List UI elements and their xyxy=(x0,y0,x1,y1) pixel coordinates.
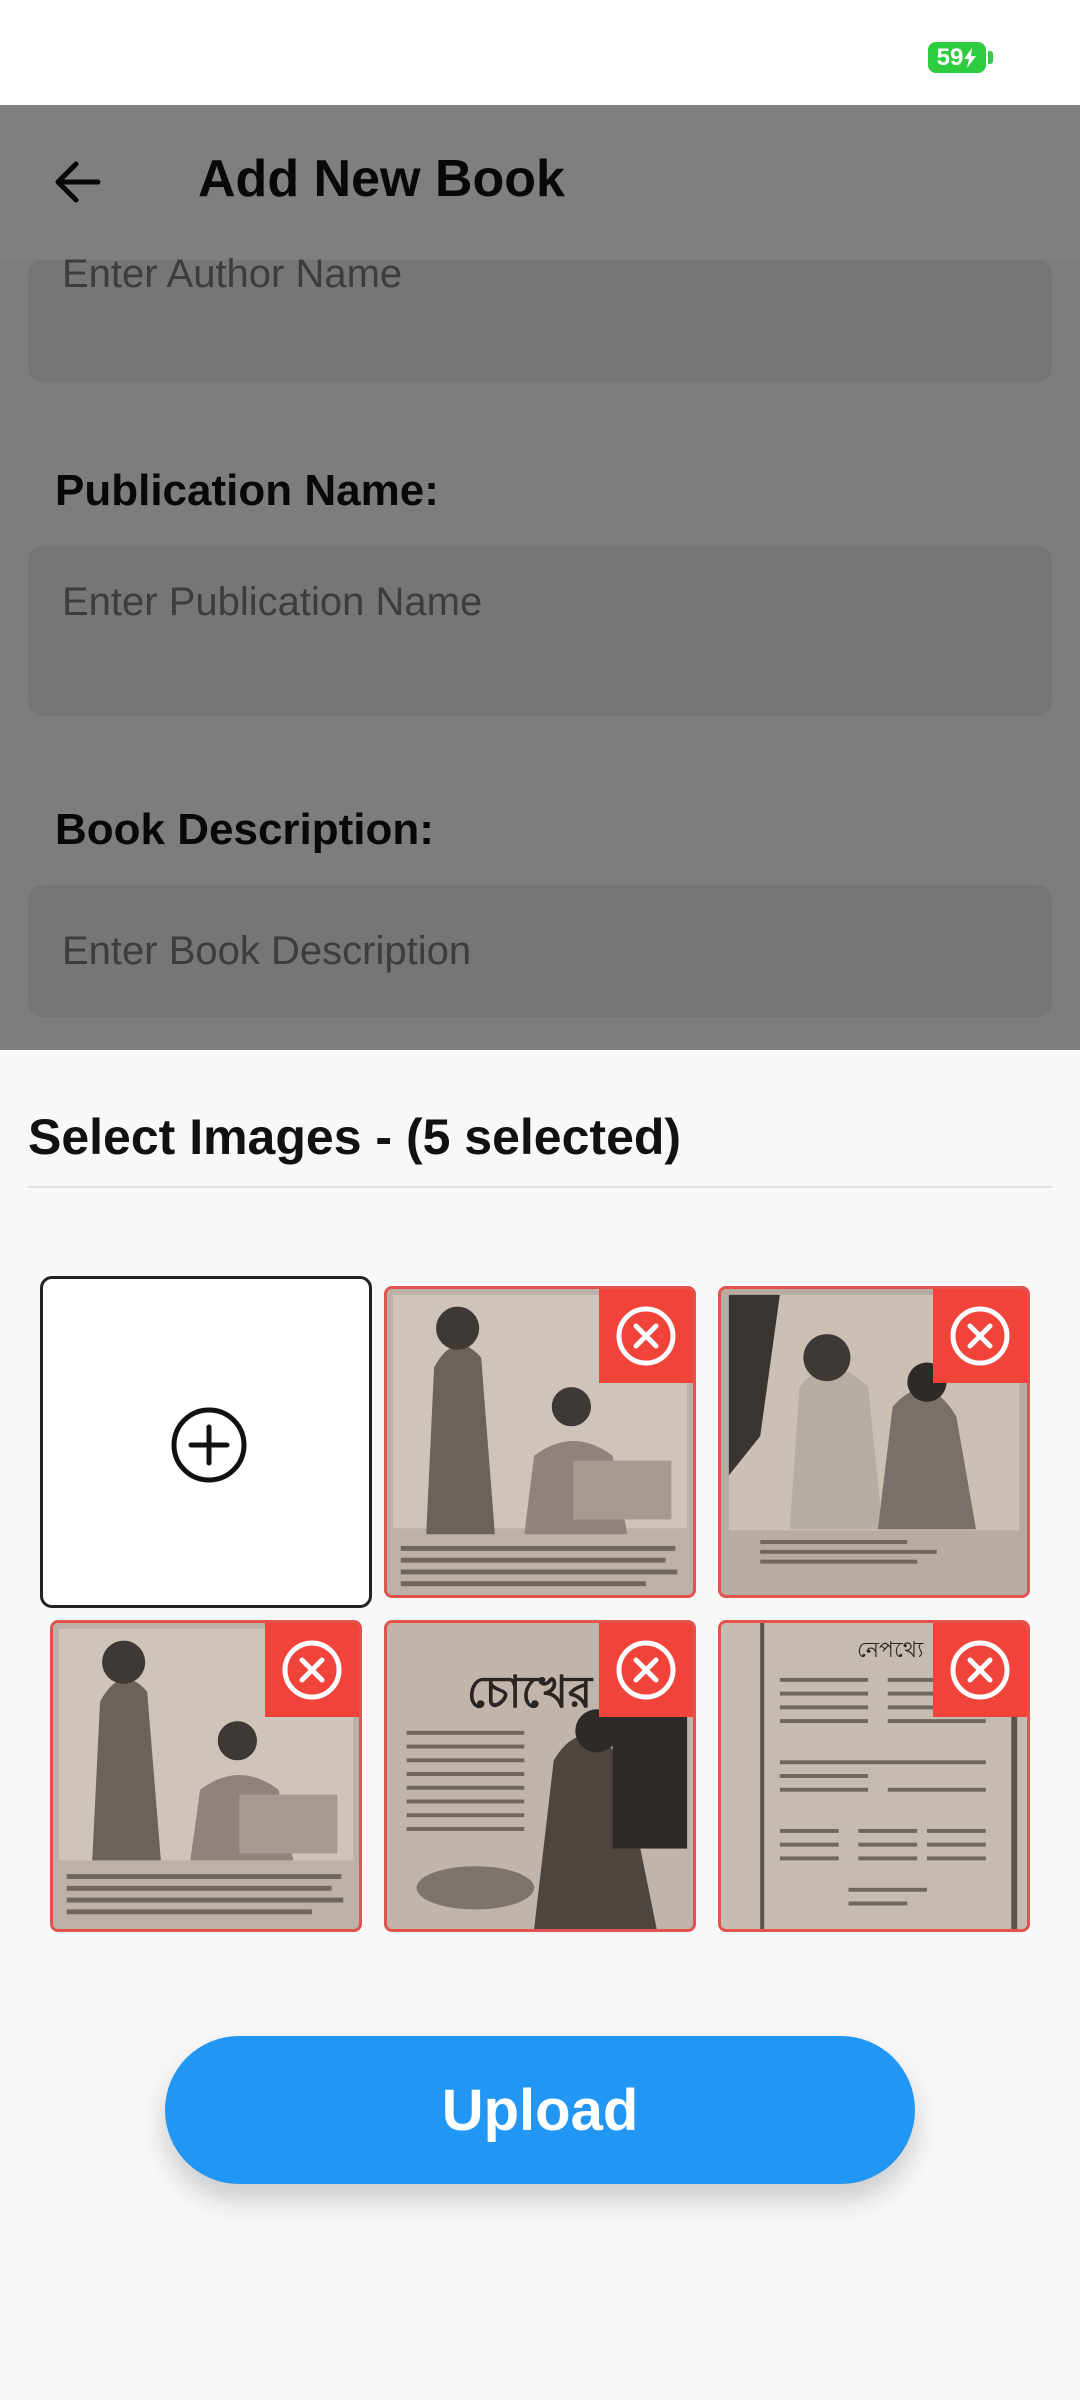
remove-image-button[interactable] xyxy=(933,1623,1027,1717)
battery-tip xyxy=(988,51,993,64)
selected-image-thumbnail[interactable] xyxy=(50,1620,362,1932)
selected-image-thumbnail[interactable]: নেপথ্যে xyxy=(718,1620,1030,1932)
selected-image-thumbnail[interactable]: চোখের বালি xyxy=(384,1620,696,1932)
add-image-tile[interactable] xyxy=(40,1276,372,1608)
status-bar: 59 xyxy=(0,0,1080,105)
close-circle-icon xyxy=(616,1306,676,1366)
battery-level: 59 xyxy=(936,43,964,71)
close-circle-icon xyxy=(616,1640,676,1700)
add-book-page: Add New Book Enter Author Name Publicati… xyxy=(0,105,1080,1050)
modal-scrim[interactable] xyxy=(0,105,1080,1050)
sheet-title: Select Images - (5 selected) xyxy=(28,1109,682,1165)
remove-image-button[interactable] xyxy=(265,1623,359,1717)
battery-indicator: 59 xyxy=(928,42,986,73)
selected-image-thumbnail[interactable] xyxy=(718,1286,1030,1598)
selected-image-thumbnail[interactable] xyxy=(384,1286,696,1598)
sheet-divider xyxy=(28,1186,1052,1188)
close-circle-icon xyxy=(950,1640,1010,1700)
add-circle-icon xyxy=(171,1407,247,1483)
remove-image-button[interactable] xyxy=(599,1623,693,1717)
remove-image-button[interactable] xyxy=(933,1289,1027,1383)
remove-image-button[interactable] xyxy=(599,1289,693,1383)
close-circle-icon xyxy=(282,1640,342,1700)
select-images-sheet: Select Images - (5 selected) চোখের বালি … xyxy=(0,1050,1080,2400)
upload-button[interactable]: Upload xyxy=(165,2036,915,2184)
close-circle-icon xyxy=(950,1306,1010,1366)
charging-bolt-icon xyxy=(964,47,977,68)
image-caption: নেপথ্যে xyxy=(857,1638,924,1663)
